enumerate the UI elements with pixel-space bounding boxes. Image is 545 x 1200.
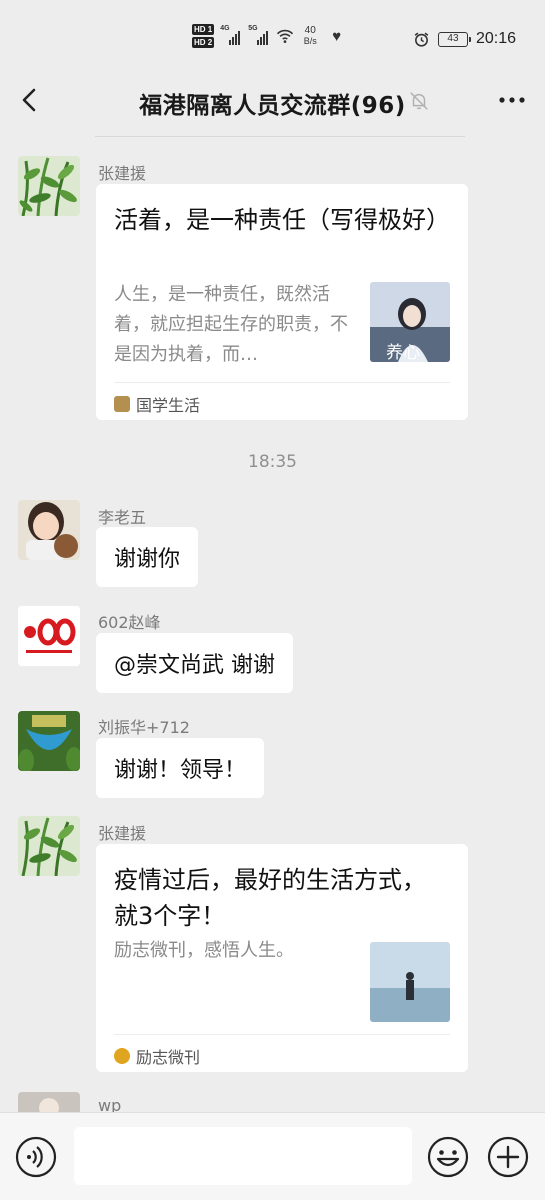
signal-icon-sim1: 4G <box>220 25 242 45</box>
avatar-zhang[interactable] <box>18 816 80 876</box>
lizhi-source-icon <box>114 1048 130 1064</box>
header-divider <box>95 136 465 137</box>
chat-input-bar <box>0 1112 545 1200</box>
status-right: 43 20:16 <box>413 30 516 48</box>
hd1-badge: HD 1 <box>192 24 215 35</box>
emoji-icon[interactable] <box>426 1135 470 1179</box>
text-message-bubble[interactable]: 谢谢！领导！ <box>96 738 265 798</box>
guoxue-source-icon <box>114 396 130 412</box>
card-title: 疫情过后，最好的生活方式，就3个字！ <box>114 866 426 930</box>
add-more-icon[interactable] <box>486 1135 530 1179</box>
network-speed-unit: B/s <box>303 36 317 46</box>
status-left: HD 1 HD 2 4G 5G 40 B/s ♥ <box>192 24 341 48</box>
sim1-network-type: 4G <box>220 25 230 32</box>
hd-indicators: HD 1 HD 2 <box>192 24 215 48</box>
battery-icon: 43 <box>437 31 471 47</box>
link-card-message[interactable]: 疫情过后，最好的生活方式，就3个字！ 励志微刊，感悟人生。 励志微刊 <box>96 844 468 1072</box>
chat-header: 福港隔离人员交流群(96) <box>0 64 545 138</box>
voice-input-icon[interactable] <box>14 1135 58 1179</box>
card-thumbnail: 养心 <box>370 282 450 362</box>
text-message-bubble[interactable]: 谢谢你 <box>96 527 199 587</box>
more-options-icon[interactable] <box>497 88 527 112</box>
card-title: 活着，是一种责任（写得极好） <box>114 206 450 234</box>
chat-title: 福港隔离人员交流群(96) <box>139 93 406 119</box>
avatar-wp[interactable] <box>18 1092 80 1112</box>
sender-name: 张建援 <box>98 164 147 183</box>
clock: 20:16 <box>475 30 516 47</box>
mute-bell-icon <box>410 92 428 110</box>
text-message-bubble[interactable]: @崇文尚武 谢谢 <box>96 633 293 693</box>
health-heart-icon: ♥ <box>332 27 342 45</box>
card-divider <box>114 382 450 383</box>
alarm-icon <box>414 32 429 47</box>
sender-name: 张建援 <box>98 824 147 843</box>
card-description: 励志微刊，感悟人生。 <box>114 940 294 961</box>
card-source-name: 励志微刊 <box>136 1048 201 1067</box>
avatar-li[interactable] <box>18 500 80 560</box>
signal-icon-sim2: 5G <box>248 25 270 45</box>
thumbnail-caption: 养心 <box>386 343 420 362</box>
message-text: @崇文尚武 谢谢 <box>114 653 275 678</box>
card-divider <box>114 1034 450 1035</box>
avatar-liu[interactable] <box>18 711 80 771</box>
card-source: 国学生活 <box>114 392 200 416</box>
hd2-badge: HD 2 <box>192 37 215 48</box>
sender-name: 602赵峰 <box>98 613 161 632</box>
chat-timestamp: 18:35 <box>248 452 297 472</box>
avatar-zhang[interactable] <box>18 156 80 216</box>
sender-name: 刘振华+712 <box>98 718 190 737</box>
card-source-name: 国学生活 <box>136 396 201 415</box>
message-input[interactable] <box>74 1127 412 1185</box>
network-speed-value: 40 <box>304 25 316 36</box>
card-description: 人生，是一种责任，既然活着，就应担起生存的职责，不是因为执着，而… <box>114 284 348 365</box>
sim2-network-type: 5G <box>248 25 258 32</box>
card-source: 励志微刊 <box>114 1044 200 1068</box>
link-card-message[interactable]: 活着，是一种责任（写得极好） 人生，是一种责任，既然活着，就应担起生存的职责，不… <box>96 184 468 420</box>
message-text: 谢谢！领导！ <box>114 758 247 783</box>
message-text: 谢谢你 <box>114 547 181 572</box>
sender-name: 李老五 <box>98 508 147 527</box>
card-thumbnail <box>370 942 450 1022</box>
wifi-icon <box>277 29 294 43</box>
network-speed: 40 B/s <box>300 25 320 47</box>
avatar-zhao[interactable] <box>18 606 80 666</box>
status-bar: HD 1 HD 2 4G 5G 40 B/s ♥ 43 20:16 <box>0 0 545 64</box>
